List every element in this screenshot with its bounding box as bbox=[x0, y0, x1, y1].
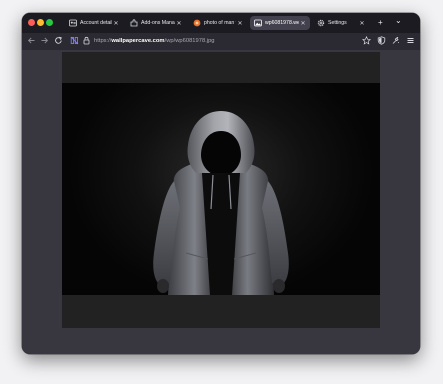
tab-wp6081978-webp[interactable]: wp6081978.webp ✕ bbox=[250, 16, 310, 30]
url-path: /wp/wp6081978.jpg bbox=[164, 38, 215, 44]
orange-globe-icon bbox=[193, 19, 201, 27]
tab-strip: Account details ✕ Add-ons Manager ✕ phot… bbox=[22, 13, 420, 33]
back-icon[interactable] bbox=[26, 36, 37, 47]
lock-icon[interactable] bbox=[81, 36, 92, 47]
tracking-protection-icon[interactable] bbox=[69, 36, 80, 47]
tab-add-ons-manager[interactable]: Add-ons Manager ✕ bbox=[126, 16, 186, 30]
tab-label: Settings bbox=[328, 20, 347, 26]
forward-icon[interactable] bbox=[39, 36, 50, 47]
hooded-figure-illustration bbox=[153, 111, 289, 295]
close-tab-icon[interactable]: ✕ bbox=[358, 20, 366, 27]
close-tab-icon[interactable]: ✕ bbox=[236, 20, 244, 27]
url-bar[interactable]: https://wallpapercave.com/wp/wp6081978.j… bbox=[94, 36, 215, 47]
minimize-window-button[interactable] bbox=[37, 19, 44, 26]
tab-label: Add-ons Manager bbox=[141, 20, 175, 26]
extensions-icon[interactable] bbox=[390, 36, 401, 47]
tab-label: Account details bbox=[80, 20, 112, 26]
tab-label: photo of man wit bbox=[204, 20, 236, 26]
tab-photo-of-man[interactable]: photo of man wit ✕ bbox=[189, 16, 247, 30]
tab-account-details[interactable]: Account details ✕ bbox=[65, 16, 123, 30]
menu-icon[interactable] bbox=[405, 36, 416, 47]
puzzle-icon bbox=[130, 19, 138, 27]
account-icon bbox=[69, 19, 77, 27]
url-prefix: https:// bbox=[94, 38, 112, 44]
page-content bbox=[22, 50, 420, 354]
navigation-toolbar: https://wallpapercave.com/wp/wp6081978.j… bbox=[22, 33, 420, 50]
close-tab-icon[interactable]: ✕ bbox=[112, 20, 120, 27]
new-tab-button[interactable]: + bbox=[378, 18, 383, 28]
browser-window: Account details ✕ Add-ons Manager ✕ phot… bbox=[22, 13, 420, 354]
hooded-man-photo[interactable] bbox=[62, 83, 380, 295]
gear-icon bbox=[317, 19, 325, 27]
image-viewer bbox=[62, 52, 380, 328]
reload-icon[interactable] bbox=[53, 36, 64, 47]
image-icon bbox=[254, 19, 262, 27]
tab-settings[interactable]: Settings ✕ bbox=[313, 16, 369, 30]
url-host: wallpapercave.com bbox=[111, 38, 165, 44]
shield-icon[interactable] bbox=[376, 36, 387, 47]
close-tab-icon[interactable]: ✕ bbox=[175, 20, 183, 27]
list-all-tabs-button[interactable]: ⌄ bbox=[395, 16, 402, 26]
close-window-button[interactable] bbox=[28, 19, 35, 26]
bookmark-star-icon[interactable] bbox=[361, 35, 372, 47]
maximize-window-button[interactable] bbox=[46, 19, 53, 26]
close-tab-icon[interactable]: ✕ bbox=[299, 20, 307, 27]
tab-label: wp6081978.webp bbox=[265, 20, 299, 26]
